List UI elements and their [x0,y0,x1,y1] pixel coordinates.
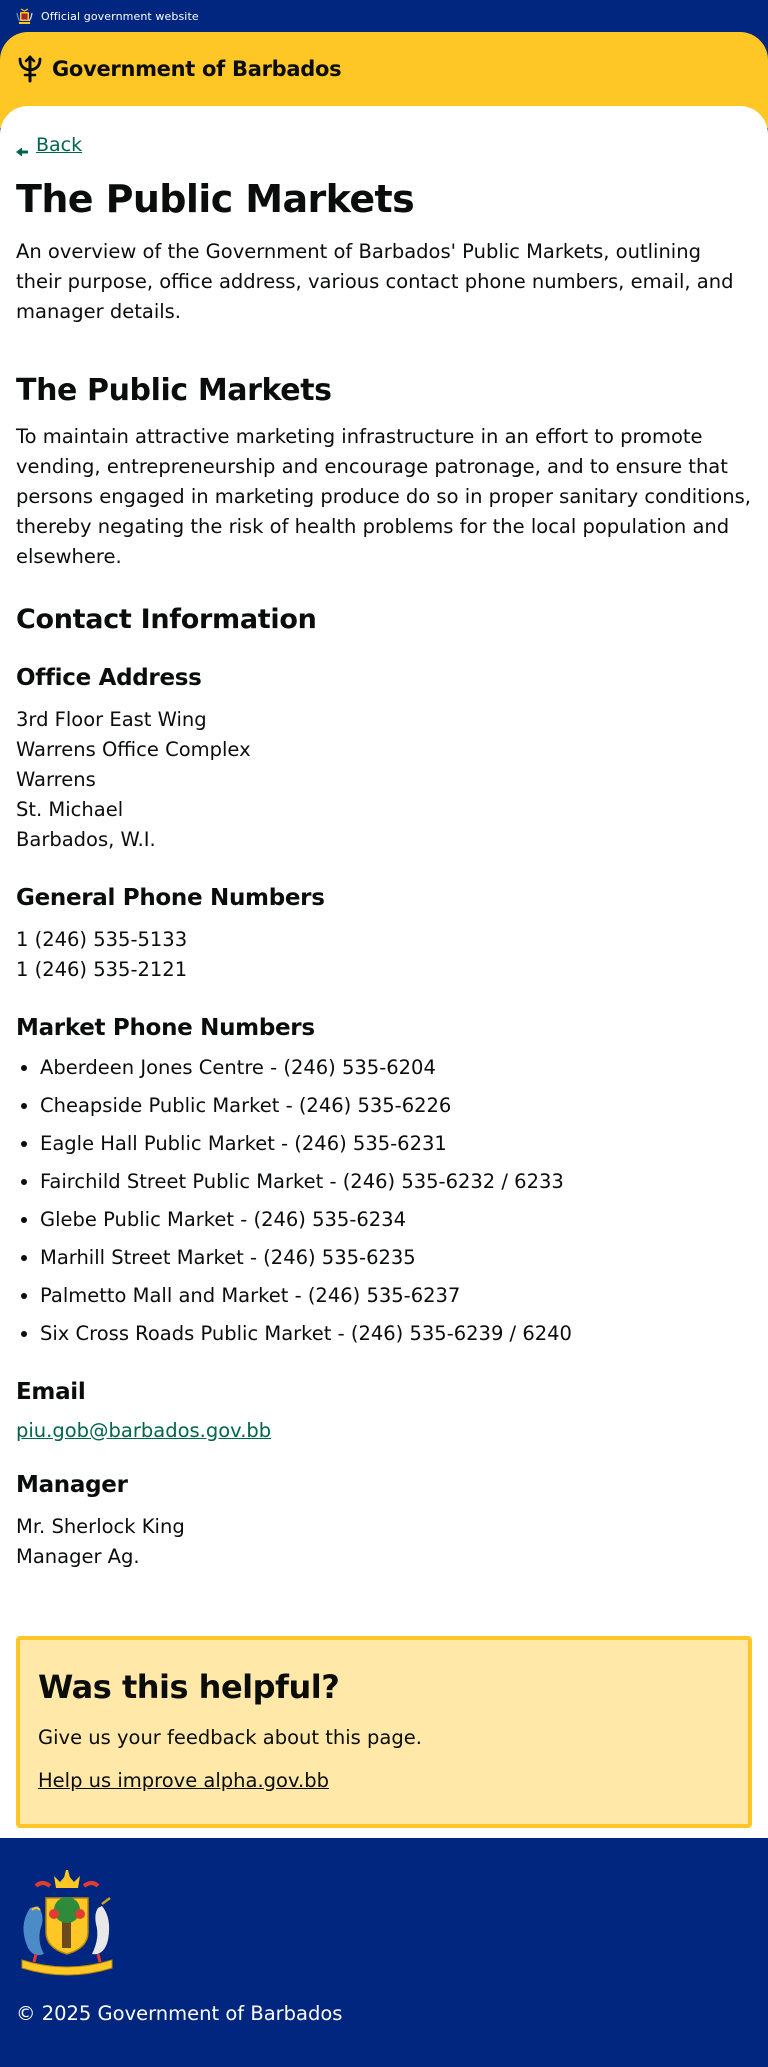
market-phone-list: Aberdeen Jones Centre - (246) 535-6204 C… [16,1053,752,1349]
list-item: Cheapside Public Market - (246) 535-6226 [40,1091,752,1121]
general-phone-heading: General Phone Numbers [16,884,325,911]
market-phone-heading: Market Phone Numbers [16,1014,315,1041]
general-phone-numbers: 1 (246) 535-5133 1 (246) 535-2121 [16,925,752,985]
arrow-left-icon [16,140,28,157]
contact-information-heading: Contact Information [16,603,317,635]
list-item: Marhill Street Market - (246) 535-6235 [40,1243,752,1273]
phone-number: 1 (246) 535-2121 [16,957,188,981]
main-content: Back The Public Markets An overview of t… [0,106,768,1838]
list-item: Palmetto Mall and Market - (246) 535-623… [40,1281,752,1311]
address-line: Warrens Office Complex [16,737,251,761]
page-summary: An overview of the Government of Barbado… [16,239,734,323]
feedback-link[interactable]: Help us improve alpha.gov.bb [38,1769,329,1792]
purpose-paragraph: To maintain attractive marketing infrast… [16,424,751,568]
address-line: Warrens [16,767,96,791]
list-item: Six Cross Roads Public Market - (246) 53… [40,1319,752,1349]
list-item: Eagle Hall Public Market - (246) 535-623… [40,1129,752,1159]
email-link[interactable]: piu.gob@barbados.gov.bb [16,1419,271,1442]
government-title-link[interactable]: Government of Barbados [52,57,342,81]
phone-number: 1 (246) 535-5133 [16,927,188,951]
coat-of-arms-icon [16,7,33,25]
page-title: The Public Markets [16,177,415,221]
site-footer: © 2025 Government of Barbados [0,1837,768,2048]
trident-icon [16,55,44,83]
manager-heading: Manager [16,1471,128,1498]
feedback-title: Was this helpful? [38,1667,340,1706]
list-item: Fairchild Street Public Market - (246) 5… [40,1167,752,1197]
office-address: 3rd Floor East Wing Warrens Office Compl… [16,705,752,855]
office-address-heading: Office Address [16,664,202,691]
list-item: Aberdeen Jones Centre - (246) 535-6204 [40,1053,752,1083]
feedback-text: Give us your feedback about this page. [38,1725,422,1749]
list-item: Glebe Public Market - (246) 535-6234 [40,1205,752,1235]
manager-role: Manager Ag. [16,1544,140,1568]
email-heading: Email [16,1378,86,1405]
manager-details: Mr. Sherlock King Manager Ag. [16,1512,752,1572]
coat-of-arms-icon [16,1869,118,1978]
address-line: St. Michael [16,797,124,821]
address-line: Barbados, W.I. [16,827,156,851]
copyright-text: © 2025 Government of Barbados [16,2001,343,2025]
feedback-panel: Was this helpful? Give us your feedback … [16,1635,752,1828]
official-website-text: Official government website [41,9,199,23]
back-link[interactable]: Back [16,134,83,157]
official-banner: Official government website [0,0,768,32]
section-heading: The Public Markets [16,372,332,408]
manager-name: Mr. Sherlock King [16,1514,185,1538]
address-line: 3rd Floor East Wing [16,707,207,731]
back-label: Back [36,134,83,156]
